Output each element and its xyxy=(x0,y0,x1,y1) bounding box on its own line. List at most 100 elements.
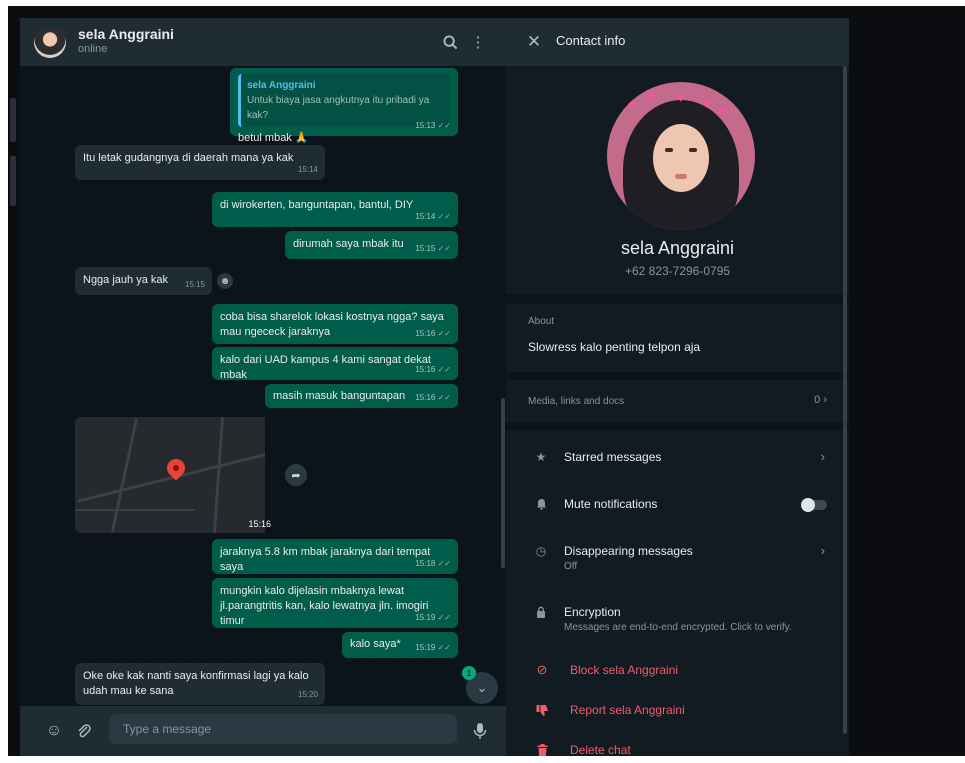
location-map-message[interactable]: 15:16 xyxy=(75,417,279,533)
mute-notifications-row[interactable]: Mute notifications xyxy=(506,485,849,531)
message-time: 15:19 xyxy=(415,613,436,622)
message-bubble-incoming[interactable]: Oke oke kak nanti saya konfirmasi lagi y… xyxy=(75,663,325,705)
bell-icon xyxy=(532,495,550,513)
chat-header[interactable]: sela Anggraini online ⋮ xyxy=(20,18,506,66)
block-icon: ⊘ xyxy=(536,662,548,677)
chat-scrollbar[interactable] xyxy=(501,398,505,568)
forward-icon[interactable]: ➦ xyxy=(285,464,307,486)
emoji-icon[interactable]: ☺ xyxy=(44,721,64,741)
chat-contact-status: online xyxy=(78,43,108,55)
chat-contact-name: sela Anggraini xyxy=(78,26,174,42)
star-icon: ★ xyxy=(535,450,547,464)
encryption-label: Encryption xyxy=(564,605,621,619)
message-time: 15:16 xyxy=(415,329,436,338)
search-icon[interactable] xyxy=(438,30,462,54)
message-time: 15:20 xyxy=(297,690,318,699)
emoji-reaction-icon[interactable]: ☻ xyxy=(217,273,233,289)
read-ticks-icon: ✓✓ xyxy=(437,365,451,374)
profile-name: sela Anggraini xyxy=(620,238,735,258)
chevron-right-icon: › xyxy=(823,394,827,406)
avatar[interactable] xyxy=(34,26,66,58)
chevron-right-icon: › xyxy=(820,543,825,558)
message-bubble-outgoing[interactable]: sela Anggraini Untuk biaya jasa angkutny… xyxy=(230,68,458,144)
message-bubble-outgoing[interactable]: di wirokerten, banguntapan, bantul, DIY … xyxy=(212,192,458,227)
chevron-down-icon: ⌄ xyxy=(476,680,488,695)
lock-icon xyxy=(532,603,550,621)
disappearing-messages-row[interactable]: ◷ Disappearing messages Off › xyxy=(506,532,849,578)
disappearing-messages-label: Disappearing messages xyxy=(564,544,693,558)
contact-info-header: ✕ Contact info xyxy=(506,18,849,66)
message-bubble-outgoing[interactable]: mungkin kalo dijelasin mbaknya lewat jl.… xyxy=(212,578,458,628)
chevron-right-icon: › xyxy=(820,449,825,464)
message-time: 15:14 xyxy=(415,212,436,221)
message-bubble-incoming[interactable]: Itu letak gudangnya di daerah mana ya ka… xyxy=(75,145,325,180)
close-icon[interactable]: ✕ xyxy=(522,30,546,54)
thumbs-down-icon xyxy=(534,702,550,718)
window-edge-handle xyxy=(10,98,16,142)
read-ticks-icon: ✓✓ xyxy=(437,643,451,652)
message-text: kalo saya* xyxy=(350,638,401,650)
message-text: jaraknya 5.8 km mbak jaraknya dari tempa… xyxy=(220,546,431,573)
read-ticks-icon: ✓✓ xyxy=(437,559,451,568)
settings-section: ★ Starred messages › Mute notifications … xyxy=(506,430,849,756)
media-count: 0 xyxy=(814,394,821,406)
read-ticks-icon: ✓✓ xyxy=(437,613,451,622)
message-bubble-outgoing[interactable]: kalo saya* 15:19 ✓✓ xyxy=(342,632,458,658)
window-edge-handle xyxy=(10,156,16,206)
message-time: 15:16 xyxy=(415,393,436,402)
timer-icon: ◷ xyxy=(535,544,547,558)
read-ticks-icon: ✓✓ xyxy=(437,212,451,221)
unread-count-badge: 1 xyxy=(462,666,476,680)
message-bubble-outgoing[interactable]: kalo dari UAD kampus 4 kami sangat dekat… xyxy=(212,347,458,381)
whatsapp-window: sela Anggraini online ⋮ sela Anggraini U… xyxy=(8,6,965,756)
message-input[interactable] xyxy=(109,714,457,744)
quoted-sender: sela Anggraini xyxy=(247,80,316,91)
menu-icon[interactable]: ⋮ xyxy=(466,30,490,54)
message-text: Itu letak gudangnya di daerah mana ya ka… xyxy=(83,152,294,164)
mic-icon[interactable] xyxy=(470,721,490,741)
message-text: coba bisa sharelok lokasi kostnya ngga? … xyxy=(220,311,444,338)
message-time: 15:16 xyxy=(248,519,271,529)
encryption-description: Messages are end-to-end encrypted. Click… xyxy=(564,622,792,633)
message-time: 15:15 xyxy=(184,280,205,289)
mute-toggle[interactable] xyxy=(801,498,827,512)
mute-notifications-label: Mute notifications xyxy=(564,497,658,511)
contact-info-panel: ✕ Contact info ♥ ♥ ♥ ♥ ♥ sela Anggraini … xyxy=(506,18,849,756)
profile-phone: +62 823-7296-0795 xyxy=(624,264,731,278)
message-bubble-incoming[interactable]: Ngga jauh ya kak 15:15 xyxy=(75,267,212,295)
read-ticks-icon: ✓✓ xyxy=(437,121,451,130)
media-label: Media, links and docs xyxy=(528,396,625,407)
message-bubble-outgoing[interactable]: masih masuk banguntapan 15:16 ✓✓ xyxy=(265,384,458,408)
read-ticks-icon: ✓✓ xyxy=(437,393,451,402)
message-time: 15:18 xyxy=(415,559,436,568)
message-bubble-outgoing[interactable]: jaraknya 5.8 km mbak jaraknya dari tempa… xyxy=(212,539,458,574)
disappearing-messages-value: Off xyxy=(564,561,578,572)
message-text: Oke oke kak nanti saya konfirmasi lagi y… xyxy=(83,670,309,697)
message-text: mungkin kalo dijelasin mbaknya lewat jl.… xyxy=(220,585,429,627)
profile-photo[interactable]: ♥ ♥ ♥ ♥ ♥ xyxy=(607,82,755,230)
message-time: 15:14 xyxy=(297,165,318,174)
media-links-docs-row[interactable]: Media, links and docs 0 › xyxy=(506,380,849,422)
message-text: Ngga jauh ya kak xyxy=(83,274,168,286)
attach-icon[interactable] xyxy=(74,721,94,741)
message-bubble-outgoing[interactable]: coba bisa sharelok lokasi kostnya ngga? … xyxy=(212,304,458,344)
message-list[interactable]: sela Anggraini Untuk biaya jasa angkutny… xyxy=(20,66,506,706)
message-time: 15:19 xyxy=(415,643,436,652)
message-time: 15:13 xyxy=(415,121,436,130)
message-bubble-outgoing[interactable]: dirumah saya mbak itu 15:15 ✓✓ xyxy=(285,231,458,259)
panel-scrollbar[interactable] xyxy=(843,66,847,734)
delete-chat-row[interactable]: Delete chat xyxy=(506,728,849,756)
starred-messages-row[interactable]: ★ Starred messages › xyxy=(506,438,849,484)
message-text: betul mbak 🙏 xyxy=(238,132,309,144)
message-time: 15:16 xyxy=(415,365,436,374)
read-ticks-icon: ✓✓ xyxy=(437,244,451,253)
delete-chat-label: Delete chat xyxy=(570,743,631,756)
about-section: About Slowress kalo penting telpon aja xyxy=(506,304,849,372)
message-composer: ☺ xyxy=(20,706,506,756)
encryption-row[interactable]: Encryption Messages are end-to-end encry… xyxy=(506,593,849,639)
message-text: di wirokerten, banguntapan, bantul, DIY xyxy=(220,199,414,211)
message-text: dirumah saya mbak itu xyxy=(293,238,404,250)
about-value: Slowress kalo penting telpon aja xyxy=(528,340,701,354)
chat-pane: sela Anggraini online ⋮ sela Anggraini U… xyxy=(20,18,506,756)
read-ticks-icon: ✓✓ xyxy=(437,329,451,338)
